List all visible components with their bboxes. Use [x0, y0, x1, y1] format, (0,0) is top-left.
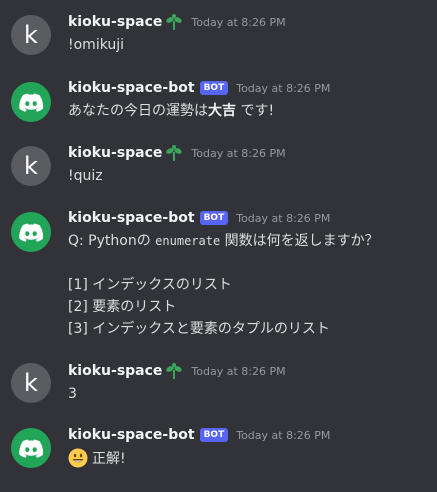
timestamp: Today at 8:26 PM: [191, 364, 286, 378]
bot-username[interactable]: kioku-space-bot: [68, 80, 195, 96]
message-text: !quiz: [68, 168, 103, 184]
message-text: 正解!: [68, 448, 126, 470]
bot-badge: BOT: [199, 81, 229, 95]
message-text: !omikuji: [68, 37, 125, 53]
smiley-emoji-icon: [68, 448, 88, 468]
bot-avatar[interactable]: [11, 428, 51, 468]
username[interactable]: kioku-space: [68, 145, 162, 161]
discord-logo-icon: [19, 223, 44, 242]
svg-text:k: k: [24, 152, 38, 180]
sprout-icon: [166, 145, 183, 161]
timestamp: Today at 8:26 PM: [191, 15, 286, 29]
avatar-letter-icon: k: [24, 369, 38, 397]
timestamp: Today at 8:26 PM: [236, 211, 331, 225]
quiz-option: [3] インデックスと要素のタプルのリスト: [68, 321, 330, 337]
bot-avatar[interactable]: [11, 212, 51, 252]
discord-logo-icon: [19, 93, 44, 112]
username[interactable]: kioku-space: [68, 363, 162, 379]
avatar-letter-icon: k: [24, 152, 38, 180]
bot-username[interactable]: kioku-space-bot: [68, 210, 195, 226]
quiz-question: Q: Pythonの enumerate 関数は何を返しますか？: [68, 233, 379, 249]
sprout-icon: [166, 363, 183, 379]
sprout-icon: [166, 14, 183, 30]
timestamp: Today at 8:26 PM: [236, 428, 331, 442]
user-avatar[interactable]: k: [11, 363, 51, 403]
svg-text:k: k: [24, 21, 38, 49]
timestamp: Today at 8:26 PM: [236, 81, 331, 95]
fortune-result: 大吉: [208, 103, 236, 119]
bot-username[interactable]: kioku-space-bot: [68, 427, 195, 443]
avatar-letter-icon: k: [24, 21, 38, 49]
bot-avatar[interactable]: [11, 82, 51, 122]
message-text: あなたの今日の運勢は大吉 です!: [68, 103, 275, 119]
svg-text:k: k: [24, 369, 38, 397]
bot-badge: BOT: [199, 211, 229, 225]
user-avatar[interactable]: k: [11, 15, 51, 55]
message-text: 3: [68, 386, 77, 402]
quiz-option: [2] 要素のリスト: [68, 299, 177, 315]
timestamp: Today at 8:26 PM: [191, 146, 286, 160]
discord-logo-icon: [19, 439, 44, 458]
quiz-option: [1] インデックスのリスト: [68, 277, 232, 293]
inline-code: enumerate: [155, 234, 221, 248]
user-avatar[interactable]: k: [11, 146, 51, 186]
bot-badge: BOT: [199, 428, 229, 442]
username[interactable]: kioku-space: [68, 14, 162, 30]
